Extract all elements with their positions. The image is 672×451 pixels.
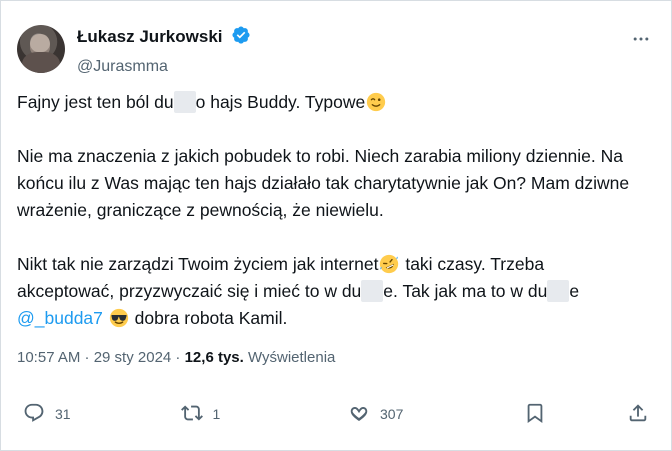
author-handle[interactable]: @Jurasmma	[77, 57, 251, 77]
heart-icon	[348, 402, 370, 427]
like-count: 307	[380, 406, 404, 422]
tweet-card: Łukasz Jurkowski @Jurasmma Fajny jest te…	[0, 0, 672, 451]
timestamp[interactable]: 10:57 AM · 29 sty 2024 ·	[17, 349, 185, 366]
rolling-laughing-emoji-icon	[378, 253, 400, 275]
repost-count: 1	[212, 406, 221, 422]
winking-face-emoji-icon	[365, 91, 387, 113]
repost-button[interactable]: 1	[180, 402, 271, 427]
censored-text-block	[173, 91, 196, 113]
reply-button[interactable]: 31	[23, 402, 103, 427]
reply-count: 31	[55, 406, 71, 422]
reply-icon	[23, 402, 45, 427]
sunglasses-face-emoji-icon	[108, 307, 130, 329]
text-segment: e. Tak jak ma to w du	[383, 281, 548, 301]
avatar[interactable]	[17, 25, 65, 73]
tweet-actions: 31 1 307	[23, 398, 651, 430]
tweet-paragraph-3: Nikt tak nie zarządzi Twoim życiem jak i…	[17, 251, 642, 332]
verified-badge-icon	[231, 25, 251, 51]
censored-text-block	[361, 280, 384, 302]
text-segment: Fajny jest ten ból du	[17, 92, 174, 112]
author-info: Łukasz Jurkowski @Jurasmma	[77, 25, 251, 77]
share-icon	[627, 402, 649, 427]
text-segment: akceptować, przyzwyczaić się i mieć to w…	[17, 281, 362, 301]
tweet-text: Fajny jest ten ból du o hajs Buddy. Typow…	[17, 89, 642, 332]
text-segment: Nikt tak nie zarządzi Twoim życiem jak i…	[17, 254, 379, 274]
repost-icon	[180, 402, 203, 427]
tweet-meta: 10:57 AM · 29 sty 2024 · 12,6 tys. Wyświ…	[17, 348, 335, 368]
tweet-header: Łukasz Jurkowski @Jurasmma	[17, 21, 655, 75]
text-segment: dobra robota Kamil.	[129, 308, 288, 328]
text-segment: e	[569, 281, 580, 301]
share-button[interactable]	[625, 402, 651, 427]
tweet-paragraph-1: Fajny jest ten ból du o hajs Buddy. Typow…	[17, 89, 642, 116]
more-options-icon[interactable]	[627, 25, 655, 53]
bookmark-icon	[524, 402, 546, 427]
view-count: 12,6 tys.	[184, 349, 244, 366]
author-name[interactable]: Łukasz Jurkowski	[77, 27, 223, 46]
text-segment: taki czasy. Trzeba	[400, 254, 545, 274]
tweet-paragraph-2: Nie ma znaczenia z jakich pobudek to rob…	[17, 146, 630, 220]
mention-link[interactable]: @_budda7	[17, 308, 103, 328]
censored-text-block	[547, 280, 570, 302]
text-segment: o hajs Buddy. Typowe	[195, 92, 366, 112]
bookmark-button[interactable]	[522, 402, 548, 427]
like-button[interactable]: 307	[348, 402, 444, 427]
views-label: Wyświetlenia	[243, 349, 336, 366]
